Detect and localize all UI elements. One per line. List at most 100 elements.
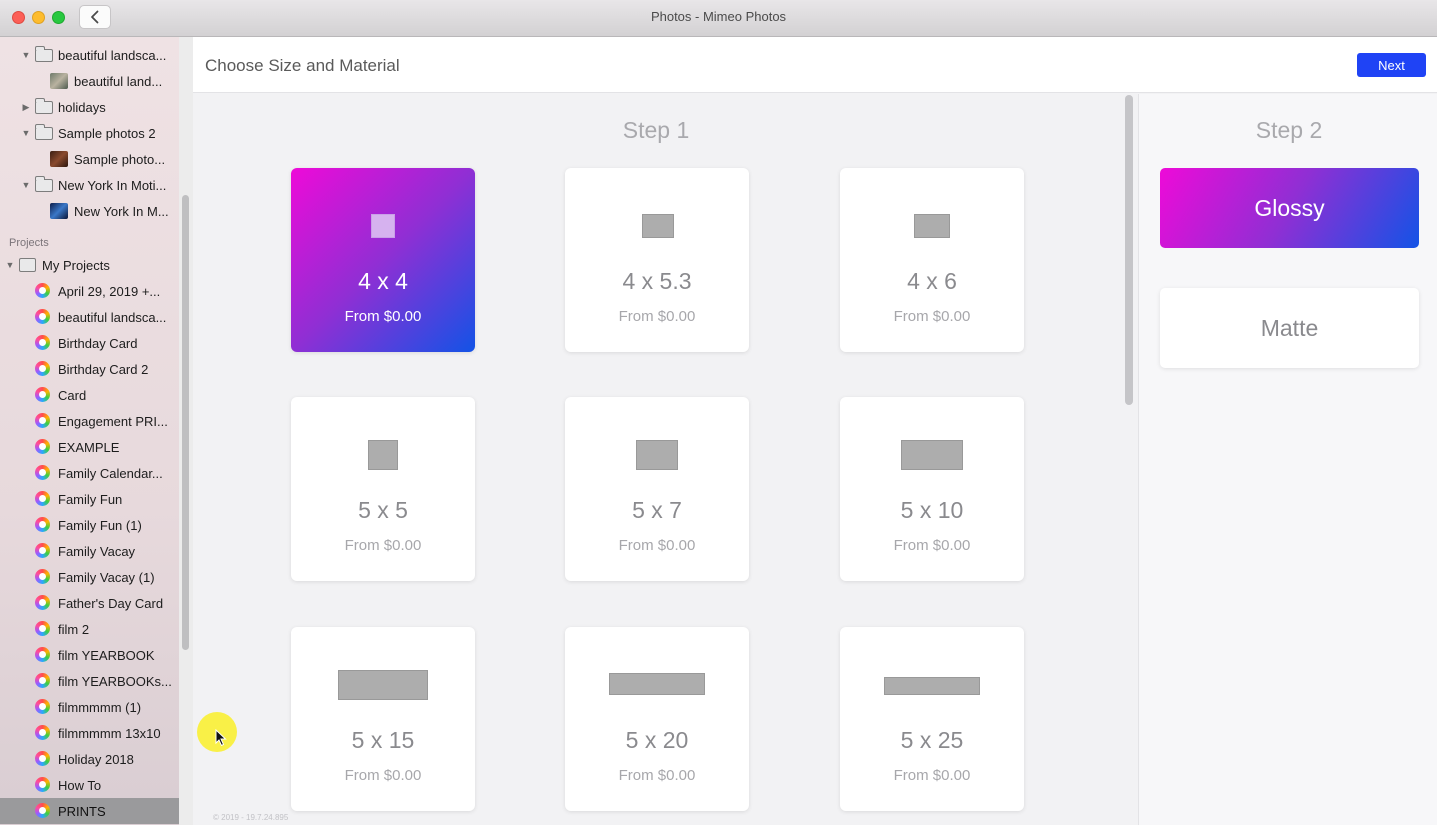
tree-item-sample-photos-folder[interactable]: ▼ Sample photos 2 <box>0 120 179 146</box>
tree-item-label: New York In Moti... <box>58 177 167 193</box>
size-card[interactable]: 5 x 7 From $0.00 <box>565 397 749 581</box>
project-label: Family Fun (1) <box>58 517 142 533</box>
project-icon <box>35 517 50 532</box>
size-preview-shape <box>368 440 398 470</box>
project-label: Family Fun <box>58 491 123 507</box>
size-label: 5 x 7 <box>632 497 682 523</box>
copyright-text: © 2019 - 19.7.24.895 <box>213 813 289 822</box>
size-preview-shape <box>609 673 705 695</box>
folder-icon <box>35 124 53 140</box>
project-item[interactable]: Family Fun <box>0 486 179 512</box>
project-icon <box>35 777 50 792</box>
project-label: Holiday 2018 <box>58 751 134 767</box>
size-label: 5 x 25 <box>900 727 964 753</box>
projects-section-header: Projects <box>9 237 49 249</box>
price-label: From $0.00 <box>893 308 971 325</box>
size-card[interactable]: 4 x 6 From $0.00 <box>840 168 1024 352</box>
tree-item-sample-photos-album[interactable]: Sample photo... <box>0 146 179 172</box>
photo-thumbnail <box>50 151 68 167</box>
project-item[interactable]: Holiday 2018 <box>0 746 179 772</box>
size-card[interactable]: 5 x 10 From $0.00 <box>840 397 1024 581</box>
project-label: filmmmmm 13x10 <box>58 725 161 741</box>
project-label: Card <box>58 387 87 403</box>
disclosure-expanded-icon[interactable]: ▼ <box>21 128 31 138</box>
size-card[interactable]: 5 x 15 From $0.00 <box>291 627 475 811</box>
project-label: Family Vacay (1) <box>58 569 155 585</box>
project-icon <box>35 335 50 350</box>
step1-title: Step 1 <box>622 117 690 143</box>
size-preview-shape <box>884 677 980 695</box>
folder-icon <box>35 98 53 114</box>
price-label: From $0.00 <box>618 308 696 325</box>
disclosure-expanded-icon[interactable]: ▼ <box>5 260 15 270</box>
price-label: From $0.00 <box>344 767 422 784</box>
size-preview-shape <box>338 670 428 700</box>
size-preview-shape <box>914 214 950 238</box>
project-label: beautiful landsca... <box>58 309 167 325</box>
content-scrollbar[interactable] <box>1125 95 1133 405</box>
project-icon <box>35 725 50 740</box>
tree-item-label: beautiful land... <box>74 73 163 89</box>
tree-item-my-projects[interactable]: ▼ My Projects <box>0 252 179 278</box>
next-button[interactable]: Next <box>1357 53 1426 77</box>
size-card[interactable]: 5 x 25 From $0.00 <box>840 627 1024 811</box>
project-label: April 29, 2019 +... <box>58 283 161 299</box>
project-icon <box>35 439 50 454</box>
price-label: From $0.00 <box>618 767 696 784</box>
project-item[interactable]: film YEARBOOK <box>0 642 179 668</box>
project-label: Father's Day Card <box>58 595 164 611</box>
size-card[interactable]: 5 x 20 From $0.00 <box>565 627 749 811</box>
size-card[interactable]: 4 x 5.3 From $0.00 <box>565 168 749 352</box>
project-icon <box>35 543 50 558</box>
step2-title: Step 2 <box>1255 117 1323 143</box>
projects-folder-icon <box>19 258 36 272</box>
project-item[interactable]: film 2 <box>0 616 179 642</box>
project-item[interactable]: Engagement PRI... <box>0 408 179 434</box>
material-matte-button[interactable]: Matte <box>1160 288 1419 368</box>
project-item[interactable]: filmmmmm (1) <box>0 694 179 720</box>
material-glossy-button[interactable]: Glossy <box>1160 168 1419 248</box>
price-label: From $0.00 <box>618 537 696 554</box>
project-item[interactable]: PRINTS <box>0 798 179 824</box>
project-item[interactable]: film YEARBOOKs... <box>0 668 179 694</box>
project-item[interactable]: Family Calendar... <box>0 460 179 486</box>
project-item[interactable]: Card <box>0 382 179 408</box>
disclosure-collapsed-icon[interactable]: ▶ <box>21 102 31 113</box>
disclosure-expanded-icon[interactable]: ▼ <box>21 180 31 190</box>
project-label: film YEARBOOKs... <box>58 673 172 689</box>
disclosure-expanded-icon[interactable]: ▼ <box>21 50 31 60</box>
project-label: Birthday Card 2 <box>58 361 149 377</box>
project-item[interactable]: beautiful landsca... <box>0 304 179 330</box>
project-item[interactable]: EXAMPLE <box>0 434 179 460</box>
size-label: 5 x 10 <box>900 497 964 523</box>
project-item[interactable]: Family Vacay <box>0 538 179 564</box>
folder-icon <box>35 46 53 62</box>
project-item[interactable]: Family Vacay (1) <box>0 564 179 590</box>
project-item[interactable]: Family Fun (1) <box>0 512 179 538</box>
size-card[interactable]: 4 x 4 From $0.00 <box>291 168 475 352</box>
project-label: Family Calendar... <box>58 465 163 481</box>
project-item[interactable]: Birthday Card <box>0 330 179 356</box>
project-icon <box>35 387 50 402</box>
tree-item-beautiful-landscapes-album[interactable]: beautiful land... <box>0 68 179 94</box>
tree-item-new-york-folder[interactable]: ▼ New York In Moti... <box>0 172 179 198</box>
title-bar: Photos - Mimeo Photos <box>0 0 1437 37</box>
project-item[interactable]: filmmmmm 13x10 <box>0 720 179 746</box>
tree-item-holidays-folder[interactable]: ▶ holidays <box>0 94 179 120</box>
project-item[interactable]: How To <box>0 772 179 798</box>
page-title: Choose Size and Material <box>205 56 400 75</box>
project-label: filmmmmm (1) <box>58 699 142 715</box>
project-item[interactable]: Father's Day Card <box>0 590 179 616</box>
project-label: Birthday Card <box>58 335 138 351</box>
size-card[interactable]: 5 x 5 From $0.00 <box>291 397 475 581</box>
size-label: 4 x 6 <box>907 268 957 294</box>
project-icon <box>35 283 50 298</box>
tree-item-new-york-album[interactable]: New York In M... <box>0 198 179 224</box>
project-icon <box>35 465 50 480</box>
project-item[interactable]: Birthday Card 2 <box>0 356 179 382</box>
tree-item-beautiful-landscapes-folder[interactable]: ▼ beautiful landsca... <box>0 42 179 68</box>
sidebar-scrollbar[interactable] <box>182 195 189 650</box>
size-preview-shape <box>642 214 674 238</box>
project-item[interactable]: April 29, 2019 +... <box>0 278 179 304</box>
sidebar: ▼ beautiful landsca... beautiful land...… <box>0 37 179 825</box>
